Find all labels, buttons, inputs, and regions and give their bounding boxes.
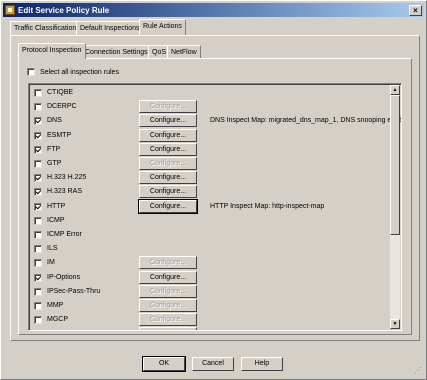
ok-button[interactable]: OK	[142, 356, 186, 372]
app-icon	[5, 5, 15, 15]
list-item: DCERPC Configure...	[32, 100, 392, 114]
configure-button[interactable]: Configure...	[139, 114, 197, 128]
tab-connection-settings[interactable]: Connection Settings	[81, 45, 152, 59]
rule-name: MGCP	[47, 316, 68, 324]
list-item: GTP Configure...	[32, 157, 392, 171]
list-item: NETBIOS Configure...	[32, 327, 392, 331]
vertical-scrollbar[interactable]: ▲ ▼	[390, 85, 400, 329]
list-item: ILS	[32, 242, 392, 256]
configure-button[interactable]: Configure...	[138, 198, 198, 214]
rule-checkbox[interactable]	[34, 202, 42, 211]
rule-name: IPSec-Pass-Thru	[47, 287, 101, 295]
cancel-button[interactable]: Cancel	[192, 357, 234, 371]
rule-checkbox[interactable]	[34, 231, 42, 239]
configure-button[interactable]: Configure...	[139, 270, 197, 284]
tab-rule-actions[interactable]: Rule Actions	[139, 19, 186, 35]
configure-button[interactable]: Configure...	[139, 100, 197, 114]
rule-name: H.323 H.225	[47, 174, 87, 182]
rule-checkbox[interactable]	[34, 316, 42, 325]
rule-checkbox[interactable]	[34, 302, 42, 310]
list-item: MGCP Configure...	[32, 313, 392, 327]
configure-button[interactable]: Configure...	[139, 171, 197, 185]
rule-name: DNS	[47, 117, 62, 125]
rule-name: GTP	[47, 160, 62, 167]
configure-button[interactable]: Configure...	[139, 142, 197, 156]
list-item: IPSec-Pass-Thru Configure...	[32, 284, 392, 299]
close-button[interactable]: ×	[409, 4, 422, 16]
rule-name: IM	[47, 259, 55, 267]
rule-description: DNS Inspect Map: migrated_dns_map_1, DNS…	[210, 117, 402, 125]
list-item: CTIQBE	[32, 86, 392, 100]
list-item: MMP Configure...	[32, 299, 392, 313]
rule-checkbox[interactable]	[34, 131, 42, 140]
rule-checkbox[interactable]	[34, 216, 42, 225]
configure-button[interactable]: Configure...	[139, 284, 197, 298]
rule-checkbox[interactable]	[34, 245, 42, 254]
rule-checkbox[interactable]	[34, 330, 42, 331]
rule-name: ICMP	[47, 216, 65, 224]
rule-name: ICMP Error	[47, 231, 82, 238]
help-button[interactable]: Help	[241, 357, 283, 371]
select-all-row[interactable]: Select all inspection rules	[27, 68, 119, 76]
rule-checkbox[interactable]	[34, 89, 42, 97]
rule-name: MMP	[47, 302, 64, 309]
rule-checkbox[interactable]	[34, 259, 42, 268]
list-item: DNS Configure... DNS Inspect Map: migrated…	[32, 114, 401, 128]
list-item: H.323 H.225 Configure...	[32, 171, 392, 185]
list-item: ICMP	[32, 214, 392, 228]
rule-checkbox[interactable]	[34, 287, 42, 296]
resize-grip-icon[interactable]: ⋰	[414, 367, 424, 377]
list-item: ICMP Error	[32, 228, 392, 242]
tab-traffic-classification[interactable]: Traffic Classification	[10, 21, 81, 35]
edit-service-policy-rule-dialog: Edit Service Policy Rule × Traffic Class…	[0, 0, 427, 380]
configure-button[interactable]: Configure...	[139, 256, 197, 270]
tab-protocol-inspection[interactable]: Protocol Inspection	[18, 43, 86, 59]
window-title: Edit Service Policy Rule	[18, 5, 110, 15]
list-item: HTTP Configure... HTTP Inspect Map: http-i…	[32, 198, 392, 214]
rule-checkbox[interactable]	[34, 160, 42, 168]
select-all-label: Select all inspection rules	[39, 68, 119, 76]
tab-default-inspections[interactable]: Default Inspections	[76, 21, 144, 35]
scroll-thumb[interactable]	[390, 95, 400, 235]
rule-name: FTP	[47, 145, 61, 153]
rule-name: NETBIOS	[47, 330, 78, 331]
configure-button[interactable]: Configure...	[139, 157, 197, 170]
list-item: ESMTP Configure...	[32, 128, 392, 143]
rule-name: ESMTP	[47, 131, 72, 139]
list-item: FTP Configure...	[32, 142, 392, 157]
configure-button[interactable]: Configure...	[139, 299, 197, 312]
scroll-up-arrow-icon[interactable]: ▲	[390, 85, 400, 95]
rule-name: DCERPC	[47, 103, 77, 111]
rule-description: HTTP Inspect Map: http-inspect-map	[210, 202, 325, 210]
rule-name: ILS	[47, 245, 58, 253]
select-all-checkbox[interactable]	[27, 68, 35, 76]
list-item: IM Configure...	[32, 256, 392, 270]
tab-netflow[interactable]: NetFlow	[167, 45, 201, 59]
rule-name: IP-Options	[47, 273, 81, 281]
list-item: H.323 RAS Configure...	[32, 185, 392, 199]
configure-button[interactable]: Configure...	[139, 185, 197, 199]
rule-checkbox[interactable]	[34, 117, 42, 126]
configure-button[interactable]: Configure...	[139, 313, 197, 327]
scroll-down-arrow-icon[interactable]: ▼	[390, 319, 400, 329]
rule-checkbox[interactable]	[34, 273, 42, 282]
title-bar[interactable]: Edit Service Policy Rule ×	[3, 3, 424, 17]
rule-name: HTTP	[47, 202, 66, 210]
rule-checkbox[interactable]	[34, 103, 42, 112]
configure-button[interactable]: Configure...	[139, 128, 197, 142]
rule-checkbox[interactable]	[34, 188, 42, 197]
configure-button[interactable]: Configure...	[139, 327, 197, 330]
rule-name: CTIQBE	[47, 89, 74, 96]
rule-name: H.323 RAS	[47, 188, 83, 196]
list-item: IP-Options Configure...	[32, 270, 392, 285]
rule-checkbox[interactable]	[34, 145, 42, 154]
inspection-rules-list: CTIQBE DCERPC Configure... DNS Configure... D…	[28, 83, 402, 331]
rule-checkbox[interactable]	[34, 174, 42, 183]
